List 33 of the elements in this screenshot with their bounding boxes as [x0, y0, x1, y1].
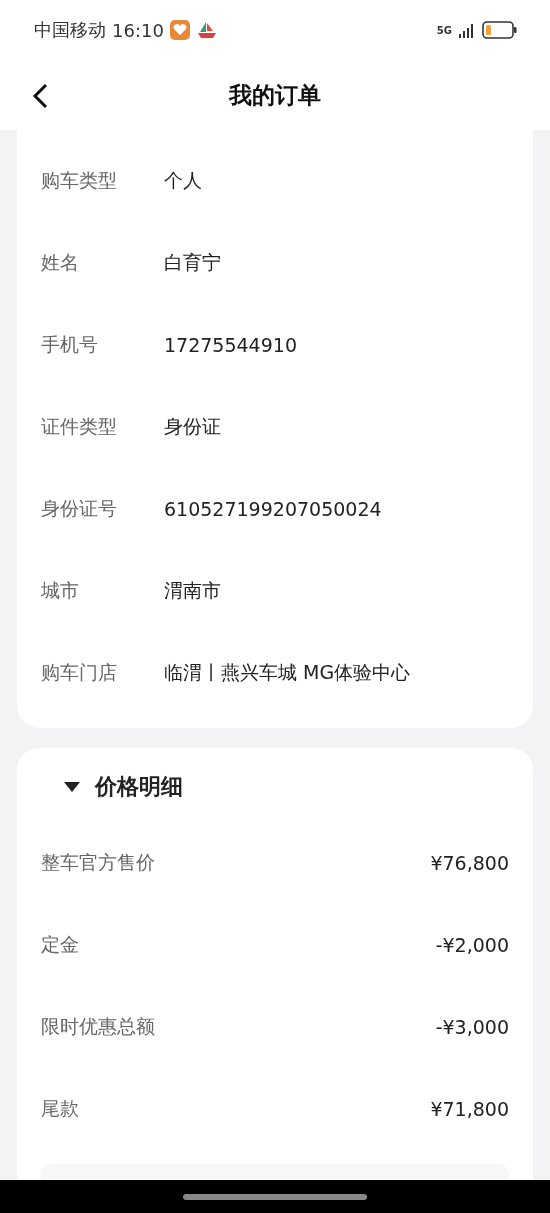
field-value: 610527199207050024 — [164, 498, 382, 520]
price-value: -¥2,000 — [435, 934, 509, 956]
heart-app-icon — [169, 20, 190, 40]
price-label: 限时优惠总额 — [41, 1014, 155, 1039]
carrier-name: 中国移动 — [34, 18, 106, 42]
field-value: 身份证 — [164, 414, 221, 439]
field-value: 白育宁 — [164, 250, 221, 275]
battery-icon — [482, 21, 518, 39]
price-value: -¥3,000 — [435, 1016, 509, 1038]
field-value: 个人 — [164, 168, 202, 193]
field-label: 手机号 — [41, 332, 99, 357]
field-value: 渭南市 — [164, 578, 221, 603]
boat-app-icon — [195, 20, 218, 40]
price-label: 尾款 — [41, 1096, 79, 1121]
home-indicator[interactable] — [183, 1193, 367, 1200]
price-label: 定金 — [41, 932, 79, 957]
field-label: 购车门店 — [41, 660, 118, 685]
field-label: 姓名 — [41, 250, 80, 275]
section-title: 价格明细 — [95, 773, 183, 801]
field-label: 身份证号 — [41, 496, 118, 521]
price-label: 整车官方售价 — [41, 850, 155, 875]
field-label: 城市 — [41, 578, 80, 603]
field-label: 证件类型 — [41, 414, 118, 439]
signal-icon — [458, 22, 476, 38]
field-label: 购车类型 — [41, 168, 118, 193]
network-type: 5G — [436, 24, 452, 36]
status-time: 16:10 — [112, 19, 164, 41]
page-title: 我的订单 — [229, 80, 321, 110]
price-value: ¥76,800 — [430, 852, 509, 874]
field-value: 临渭丨燕兴车城 MG体验中心 — [164, 660, 411, 685]
field-value: 17275544910 — [164, 334, 297, 356]
caret-icon[interactable] — [63, 781, 81, 793]
price-value: ¥71,800 — [430, 1098, 509, 1120]
